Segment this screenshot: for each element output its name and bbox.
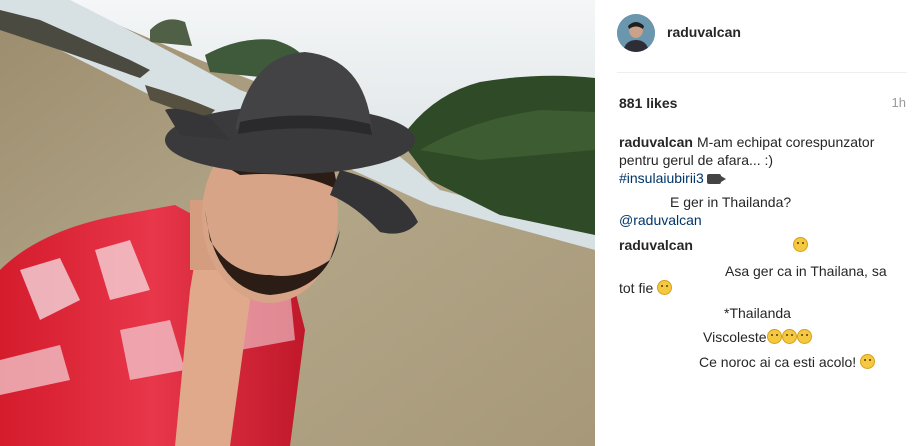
post-details-panel: raduvalcan 881 likes 1h raduvalcan M-am e… [595,0,922,446]
comment-3-username[interactable]: raduvalcan [619,237,693,253]
laughing-emoji-icon [796,329,812,344]
laughing-emoji-icon [766,329,782,344]
emoji-icon [792,237,808,252]
comment-2: @raduvalcan [619,212,702,228]
caption-hashtag[interactable]: #insulaiubirii3 [619,170,704,186]
comment-7-text: Ce noroc ai ca esti acolo! [699,354,857,370]
comment-3: raduvalcan [619,237,808,253]
comment-6-text: Viscoleste [703,329,767,345]
comment-5: *Thailanda [724,305,791,321]
comment-1-text: E ger in Thailanda? [670,194,792,210]
grinning-emoji-icon [657,280,673,295]
header-divider [617,72,907,73]
instagram-post: raduvalcan 881 likes 1h raduvalcan M-am e… [0,0,922,446]
comment-4-continued: tot fie [619,280,673,296]
likes-count[interactable]: 881 likes [619,95,677,111]
comment-5-text: *Thailanda [724,305,791,321]
grinning-emoji-icon [860,354,876,369]
comment-7: Ce noroc ai ca esti acolo! [699,354,876,370]
caption: raduvalcan M-am echipat corespunzator pen… [619,133,909,187]
avatar-image [617,14,655,52]
comment-4-text-b: tot fie [619,280,654,296]
comment-2-mention[interactable]: @raduvalcan [619,212,702,228]
camera-icon [706,174,726,184]
post-photo[interactable] [0,0,595,446]
laughing-emoji-icon [781,329,797,344]
caption-username[interactable]: raduvalcan [619,134,693,150]
comment-6: Viscoleste [703,329,812,345]
comment-4: Asa ger ca in Thailana, sa [725,263,887,279]
comment-1: E ger in Thailanda? [670,194,791,210]
post-author-username[interactable]: raduvalcan [667,24,741,40]
comments-list: raduvalcan M-am echipat corespunzator pen… [619,133,909,187]
avatar[interactable] [617,14,655,52]
post-time: 1h [891,95,906,110]
comment-4-text-a: Asa ger ca in Thailana, sa [725,263,887,279]
post-header: raduvalcan [595,0,922,72]
selfie-beach-image [0,0,595,446]
